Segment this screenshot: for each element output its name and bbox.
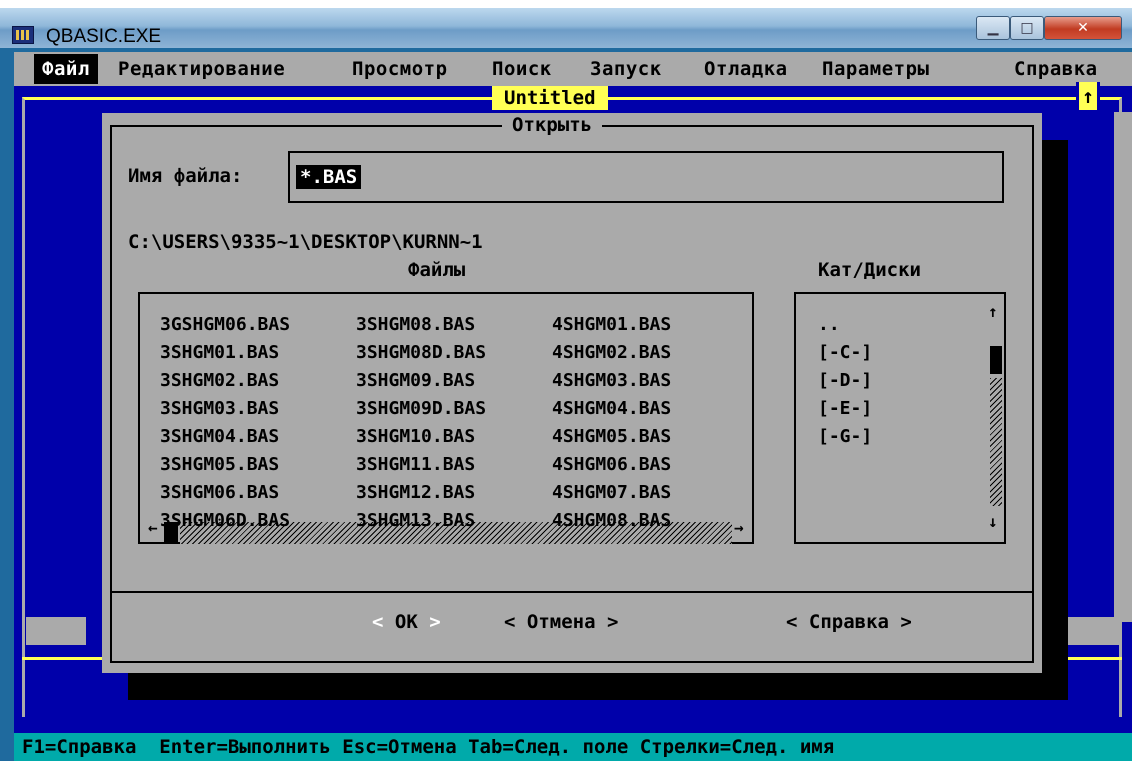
file-item[interactable]: 3SHGM08.BAS <box>356 314 475 335</box>
file-item[interactable]: 3SHGM03.BAS <box>160 398 279 419</box>
dialog-title: Открыть <box>502 113 603 137</box>
editor-vertical-scrollbar[interactable] <box>1114 112 1132 622</box>
dir-item[interactable]: [-C-] <box>818 342 872 363</box>
window-titlebar[interactable]: QBASIC.EXE ▁ □ ✕ <box>0 8 1132 48</box>
ok-button[interactable]: < OK > <box>372 611 441 633</box>
scroll-left-icon[interactable]: ← <box>148 518 158 537</box>
file-item[interactable]: 3SHGM09.BAS <box>356 370 475 391</box>
filename-label: Имя файла: <box>128 165 243 187</box>
file-item[interactable]: 4SHGM08.BAS <box>552 510 671 531</box>
dirs-list[interactable]: ↑ ↓ .. [-C-] [-D-] [-E-] [-G-] <box>794 292 1006 544</box>
qbasic-app-icon <box>12 26 34 44</box>
menu-help[interactable]: Справка <box>1014 58 1098 80</box>
file-item[interactable]: 4SHGM03.BAS <box>552 370 671 391</box>
menu-debug[interactable]: Отладка <box>704 58 788 80</box>
files-header: Файлы <box>408 259 466 281</box>
help-button[interactable]: < Справка > <box>786 611 912 633</box>
file-item[interactable]: 3SHGM08D.BAS <box>356 342 486 363</box>
scroll-right-icon[interactable]: → <box>734 518 744 537</box>
file-item[interactable]: 3GSHGM06.BAS <box>160 314 290 335</box>
dir-item[interactable]: [-D-] <box>818 370 872 391</box>
file-item[interactable]: 3SHGM05.BAS <box>160 454 279 475</box>
file-item[interactable]: 3SHGM04.BAS <box>160 426 279 447</box>
current-path: C:\USERS\9335~1\DESKTOP\KURNN~1 <box>128 231 483 253</box>
dialog-button-separator <box>110 591 1034 593</box>
filename-input[interactable]: *.BAS <box>288 151 1004 203</box>
minimize-button[interactable]: ▁ <box>976 16 1010 40</box>
status-bar: F1=Справка Enter=Выполнить Esc=Отмена Ta… <box>14 733 1132 761</box>
file-item[interactable]: 3SHGM09D.BAS <box>356 398 486 419</box>
document-title: Untitled <box>492 86 608 110</box>
file-item[interactable]: 3SHGM06.BAS <box>160 482 279 503</box>
scroll-down-icon[interactable]: ↓ <box>988 512 998 531</box>
editor-hscroll-left[interactable] <box>26 617 86 645</box>
dirs-scroll-track[interactable] <box>990 378 1002 506</box>
file-item[interactable]: 3SHGM02.BAS <box>160 370 279 391</box>
qbasic-client-area: Файл Редактирование Просмотр Поиск Запус… <box>14 52 1132 761</box>
file-item[interactable]: 3SHGM13.BAS <box>356 510 475 531</box>
close-button[interactable]: ✕ <box>1044 16 1122 40</box>
dir-item[interactable]: [-E-] <box>818 398 872 419</box>
window-title: QBASIC.EXE <box>46 26 162 47</box>
file-item[interactable]: 4SHGM06.BAS <box>552 454 671 475</box>
file-item[interactable]: 4SHGM05.BAS <box>552 426 671 447</box>
file-item[interactable]: 3SHGM12.BAS <box>356 482 475 503</box>
menu-options[interactable]: Параметры <box>822 58 929 80</box>
file-item[interactable]: 3SHGM11.BAS <box>356 454 475 475</box>
maximize-editor-icon[interactable]: ↑ <box>1076 82 1100 110</box>
dirs-vertical-scrollbar[interactable]: ↑ ↓ <box>988 302 1004 538</box>
file-item[interactable]: 4SHGM07.BAS <box>552 482 671 503</box>
menu-bar: Файл Редактирование Просмотр Поиск Запус… <box>14 52 1132 86</box>
menu-edit[interactable]: Редактирование <box>118 58 285 80</box>
file-item[interactable]: 4SHGM02.BAS <box>552 342 671 363</box>
maximize-button[interactable]: □ <box>1010 16 1044 40</box>
dir-item[interactable]: .. <box>818 314 840 335</box>
files-list[interactable]: ← → 3GSHGM06.BAS 3SHGM08.BAS 4SHGM01.BAS 3S… <box>138 292 754 544</box>
file-item[interactable]: 3SHGM10.BAS <box>356 426 475 447</box>
file-item[interactable]: 4SHGM04.BAS <box>552 398 671 419</box>
menu-view[interactable]: Просмотр <box>352 58 448 80</box>
menu-search[interactable]: Поиск <box>492 58 552 80</box>
filename-value: *.BAS <box>296 165 362 189</box>
cancel-button[interactable]: < Отмена > <box>504 611 618 633</box>
dirs-scroll-thumb[interactable] <box>990 346 1002 374</box>
dirs-header: Кат/Диски <box>818 259 921 281</box>
file-item[interactable]: 3SHGM06D.BAS <box>160 510 290 531</box>
scroll-up-icon[interactable]: ↑ <box>988 302 998 321</box>
menu-file[interactable]: Файл <box>34 54 98 84</box>
dir-item[interactable]: [-G-] <box>818 426 872 447</box>
file-item[interactable]: 4SHGM01.BAS <box>552 314 671 335</box>
open-dialog: Открыть Имя файла: *.BAS C:\USERS\9335~1… <box>102 113 1042 673</box>
menu-run[interactable]: Запуск <box>590 58 662 80</box>
file-item[interactable]: 3SHGM01.BAS <box>160 342 279 363</box>
